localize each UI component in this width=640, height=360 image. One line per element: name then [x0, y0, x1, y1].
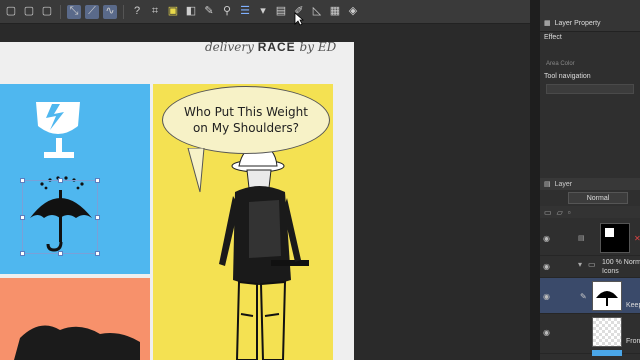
- layer-property-icon: ▦: [544, 20, 551, 27]
- new-layer-icon[interactable]: ▭: [544, 208, 552, 217]
- transform-selection-box[interactable]: [20, 178, 100, 256]
- stamp-icon[interactable]: ⚲: [220, 5, 234, 19]
- blend-mode-select[interactable]: Normal: [568, 192, 628, 204]
- mask-icon: ✕: [634, 234, 640, 243]
- header-delivery: delivery: [205, 40, 254, 54]
- resize-handle[interactable]: [20, 215, 25, 220]
- image-icon[interactable]: ▤: [274, 5, 288, 19]
- layer-settings-icon[interactable]: ▤: [578, 234, 585, 242]
- tool-navigation-box[interactable]: [546, 84, 634, 94]
- command-toolbar: ▢ ▢ ▢ ⤡ ⟋ ∿ ? ⌗ ▣ ◧ ✎ ⚲ ☰ ▾ ▤ ✐ ◺ ▦ ◈: [0, 0, 540, 24]
- tool-navigation-label: Tool navigation: [544, 73, 591, 80]
- layer-thumbnail: [592, 281, 622, 311]
- area-color-label: Area Color: [546, 61, 575, 67]
- bubble-line-1: Who Put This Weight: [184, 105, 308, 119]
- bubble-line-2: on My Shoulders?: [192, 121, 300, 135]
- effect-label: Effect: [544, 34, 562, 41]
- umbrella-thumb-icon: [596, 291, 618, 306]
- eye-icon[interactable]: ◉: [543, 328, 550, 337]
- toolbar-separator: [123, 4, 124, 19]
- transform-icon[interactable]: ⤡: [67, 4, 81, 19]
- resize-handle[interactable]: [58, 178, 63, 183]
- layer-thumbnail: [600, 223, 630, 253]
- new-icon[interactable]: ▢: [4, 5, 18, 19]
- speech-bubble[interactable]: Who Put This Weight on My Shoulders?: [162, 86, 330, 154]
- layer-row[interactable]: ◉ ▤ ✕: [540, 220, 640, 256]
- layer-thumbnail: [592, 317, 622, 347]
- layer-property-header: ▦ Layer Property: [540, 0, 640, 32]
- speech-bubble-tail: [187, 148, 205, 193]
- help-icon[interactable]: ?: [130, 5, 144, 19]
- curve-icon[interactable]: ∿: [103, 4, 117, 19]
- eraser-icon[interactable]: ◧: [184, 5, 198, 19]
- layer-mask-icon[interactable]: ▦: [328, 5, 342, 19]
- orange-comic-panel[interactable]: [0, 278, 150, 360]
- resize-handle[interactable]: [95, 178, 100, 183]
- chevron-down-icon[interactable]: ▾: [578, 260, 582, 269]
- clip-studio-window: ▢ ▢ ▢ ⤡ ⟋ ∿ ? ⌗ ▣ ◧ ✎ ⚲ ☰ ▾ ▤ ✐ ◺ ▦ ◈ de…: [0, 0, 640, 360]
- eye-icon[interactable]: ◉: [543, 234, 550, 243]
- ruler-icon[interactable]: ◺: [310, 5, 324, 19]
- resize-handle[interactable]: [20, 178, 25, 183]
- layer-list-icon[interactable]: ☰: [238, 5, 252, 19]
- fragile-glass-icon: [36, 102, 80, 158]
- chevron-down-icon[interactable]: ▾: [256, 5, 270, 19]
- folder-blend-label: 100 % Normal: [602, 259, 640, 266]
- toolbar-separator: [60, 4, 61, 19]
- fill-icon[interactable]: ▣: [166, 5, 180, 19]
- layer-row-selected[interactable]: ◉ ✎ Keep: [540, 278, 640, 314]
- line-icon[interactable]: ⟋: [85, 4, 99, 19]
- pen-icon: ✎: [580, 292, 587, 301]
- layer-stack-icon[interactable]: ◈: [346, 5, 360, 19]
- header-by: by: [299, 40, 314, 54]
- lock-icon[interactable]: ▫: [568, 208, 571, 217]
- resize-handle[interactable]: [95, 251, 100, 256]
- layer-property-tab[interactable]: Layer Property: [555, 20, 601, 27]
- eye-icon[interactable]: ◉: [543, 262, 550, 271]
- panel-divider[interactable]: [530, 0, 540, 360]
- resize-handle[interactable]: [95, 215, 100, 220]
- crop-icon[interactable]: ⌗: [148, 5, 162, 19]
- folder-icon[interactable]: ▱: [557, 208, 563, 217]
- layer-name: Keep: [626, 302, 640, 309]
- layer-tab[interactable]: Layer: [555, 181, 573, 188]
- folder-name: Icons: [602, 268, 619, 275]
- page-header-title: delivery RACE by ED: [205, 40, 336, 54]
- folder-icon: ▭: [588, 260, 596, 269]
- resize-handle[interactable]: [58, 251, 63, 256]
- save-icon[interactable]: ▢: [40, 5, 54, 19]
- header-race: RACE: [257, 40, 296, 54]
- layer-color-strip: [592, 350, 622, 356]
- layer-toolbar: ▭ ▱ ▫: [540, 206, 640, 218]
- eye-icon[interactable]: ◉: [543, 292, 550, 301]
- layer-name: Fron: [626, 338, 640, 345]
- pen-icon[interactable]: ✎: [202, 5, 216, 19]
- header-ed: ED: [317, 40, 337, 54]
- layer-folder-row[interactable]: ◉ ▾ ▭ 100 % Normal Icons: [540, 256, 640, 278]
- layer-row[interactable]: ◉ Fron: [540, 314, 640, 356]
- resize-handle[interactable]: [20, 251, 25, 256]
- open-icon[interactable]: ▢: [22, 5, 36, 19]
- orange-panel-art: [14, 325, 140, 360]
- layer-panel-header: ▤ Layer: [540, 178, 640, 190]
- right-panel: ▦ Layer Property Effect Area Color Tool …: [540, 0, 640, 360]
- mouse-cursor-icon: [294, 12, 304, 26]
- layer-panel-icon: ▤: [544, 181, 551, 188]
